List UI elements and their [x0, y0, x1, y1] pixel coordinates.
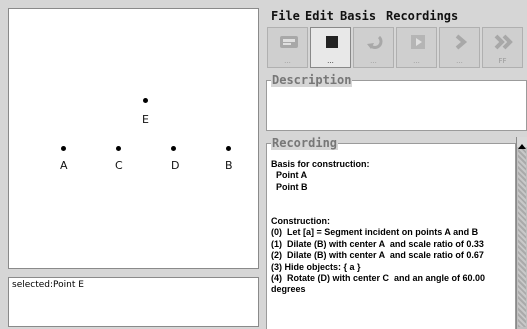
menu-edit[interactable]: Edit: [305, 9, 334, 23]
fast-forward-icon: [494, 34, 513, 50]
point-b-marker[interactable]: [226, 146, 231, 151]
widget-button[interactable]: ...: [267, 27, 308, 68]
recording-line: ​: [271, 193, 517, 204]
play-button[interactable]: ...: [396, 27, 437, 68]
recording-scrollbar[interactable]: [516, 137, 527, 329]
recording-line: (3) Hide objects: { a }: [271, 261, 361, 272]
play-icon: [411, 35, 425, 49]
fast-forward-button[interactable]: FF: [482, 27, 523, 68]
recording-line: degrees: [271, 284, 306, 295]
scroll-track[interactable]: [518, 149, 526, 327]
point-e-label: E: [142, 113, 149, 126]
scroll-up-button[interactable]: [517, 137, 527, 149]
recording-panel: Recording Basis for construction: Point …: [266, 136, 517, 329]
recording-line: (2) Dilate (B) with center A and scale r…: [271, 250, 484, 261]
recording-line: Point B: [271, 181, 308, 192]
recording-line: Point A: [271, 170, 308, 181]
point-d-label: D: [171, 159, 180, 172]
recording-line: (0) Let [a] = Segment incident on points…: [271, 227, 479, 238]
point-e-marker[interactable]: [143, 98, 148, 103]
recording-line: (1) Dilate (B) with center A and scale r…: [271, 238, 484, 249]
recording-line: Basis for construction:: [271, 159, 370, 169]
menu-basis[interactable]: Basis: [340, 9, 376, 23]
undo-button[interactable]: ...: [353, 27, 394, 68]
geometry-canvas[interactable]: E A C D B: [8, 8, 259, 269]
point-c-marker[interactable]: [116, 146, 121, 151]
recording-line: Construction:: [271, 216, 330, 227]
point-a-marker[interactable]: [61, 146, 66, 151]
point-c-label: C: [115, 159, 123, 172]
recording-line: ​: [271, 205, 517, 216]
menu-file[interactable]: File: [271, 9, 300, 23]
recording-legend: Recording: [271, 136, 339, 150]
step-forward-button[interactable]: ...: [439, 27, 480, 68]
point-a-label: A: [60, 159, 68, 172]
point-b-label: B: [225, 159, 233, 172]
menu-recordings[interactable]: Recordings: [386, 9, 458, 23]
recording-line: (4) Rotate (D) with center C and an angl…: [271, 273, 486, 284]
status-text: selected:Point E: [12, 280, 84, 290]
stop-icon: [326, 36, 338, 48]
step-forward-icon: [455, 34, 468, 50]
widget-icon: [280, 36, 298, 48]
undo-icon: [367, 35, 383, 49]
description-legend: Description: [271, 73, 353, 87]
toolbar: ... ... ... ... ... FF: [266, 27, 527, 69]
status-panel: selected:Point E: [8, 277, 259, 327]
menu-bar: File Edit Basis Recordings: [266, 8, 527, 26]
point-d-marker[interactable]: [171, 146, 176, 151]
recording-text: Basis for construction: Point A Point B …: [271, 159, 517, 296]
description-panel: Description: [266, 73, 527, 131]
stop-button[interactable]: ...: [310, 27, 351, 68]
